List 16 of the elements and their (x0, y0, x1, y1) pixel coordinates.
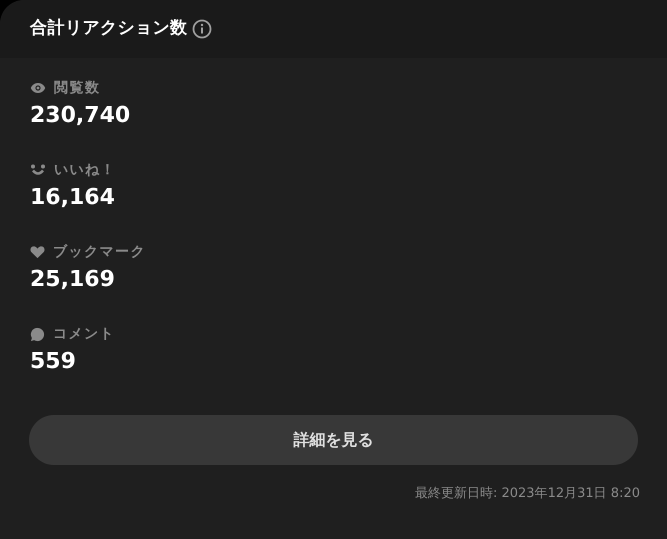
stat-label: いいね！ (54, 160, 116, 180)
stat-value: 25,169 (30, 266, 116, 294)
stat-value: 559 (30, 348, 77, 376)
stat-value: 16,164 (30, 184, 116, 212)
stat-label: ブックマーク (53, 242, 146, 262)
heart-icon (30, 245, 45, 259)
card-title: 合計リアクション数 (30, 17, 188, 40)
eye-icon (30, 82, 46, 94)
details-button[interactable]: 詳細を見る (29, 415, 638, 465)
stat-label: 閲覧数 (54, 78, 100, 98)
stat-label: コメント (53, 324, 115, 344)
smile-icon (30, 164, 46, 176)
speech-bubble-icon (30, 326, 45, 342)
info-icon[interactable] (192, 19, 212, 39)
last-updated-text: 最終更新日時: 2023年12月31日 8:20 (414, 485, 640, 503)
stat-value: 230,740 (30, 102, 132, 130)
